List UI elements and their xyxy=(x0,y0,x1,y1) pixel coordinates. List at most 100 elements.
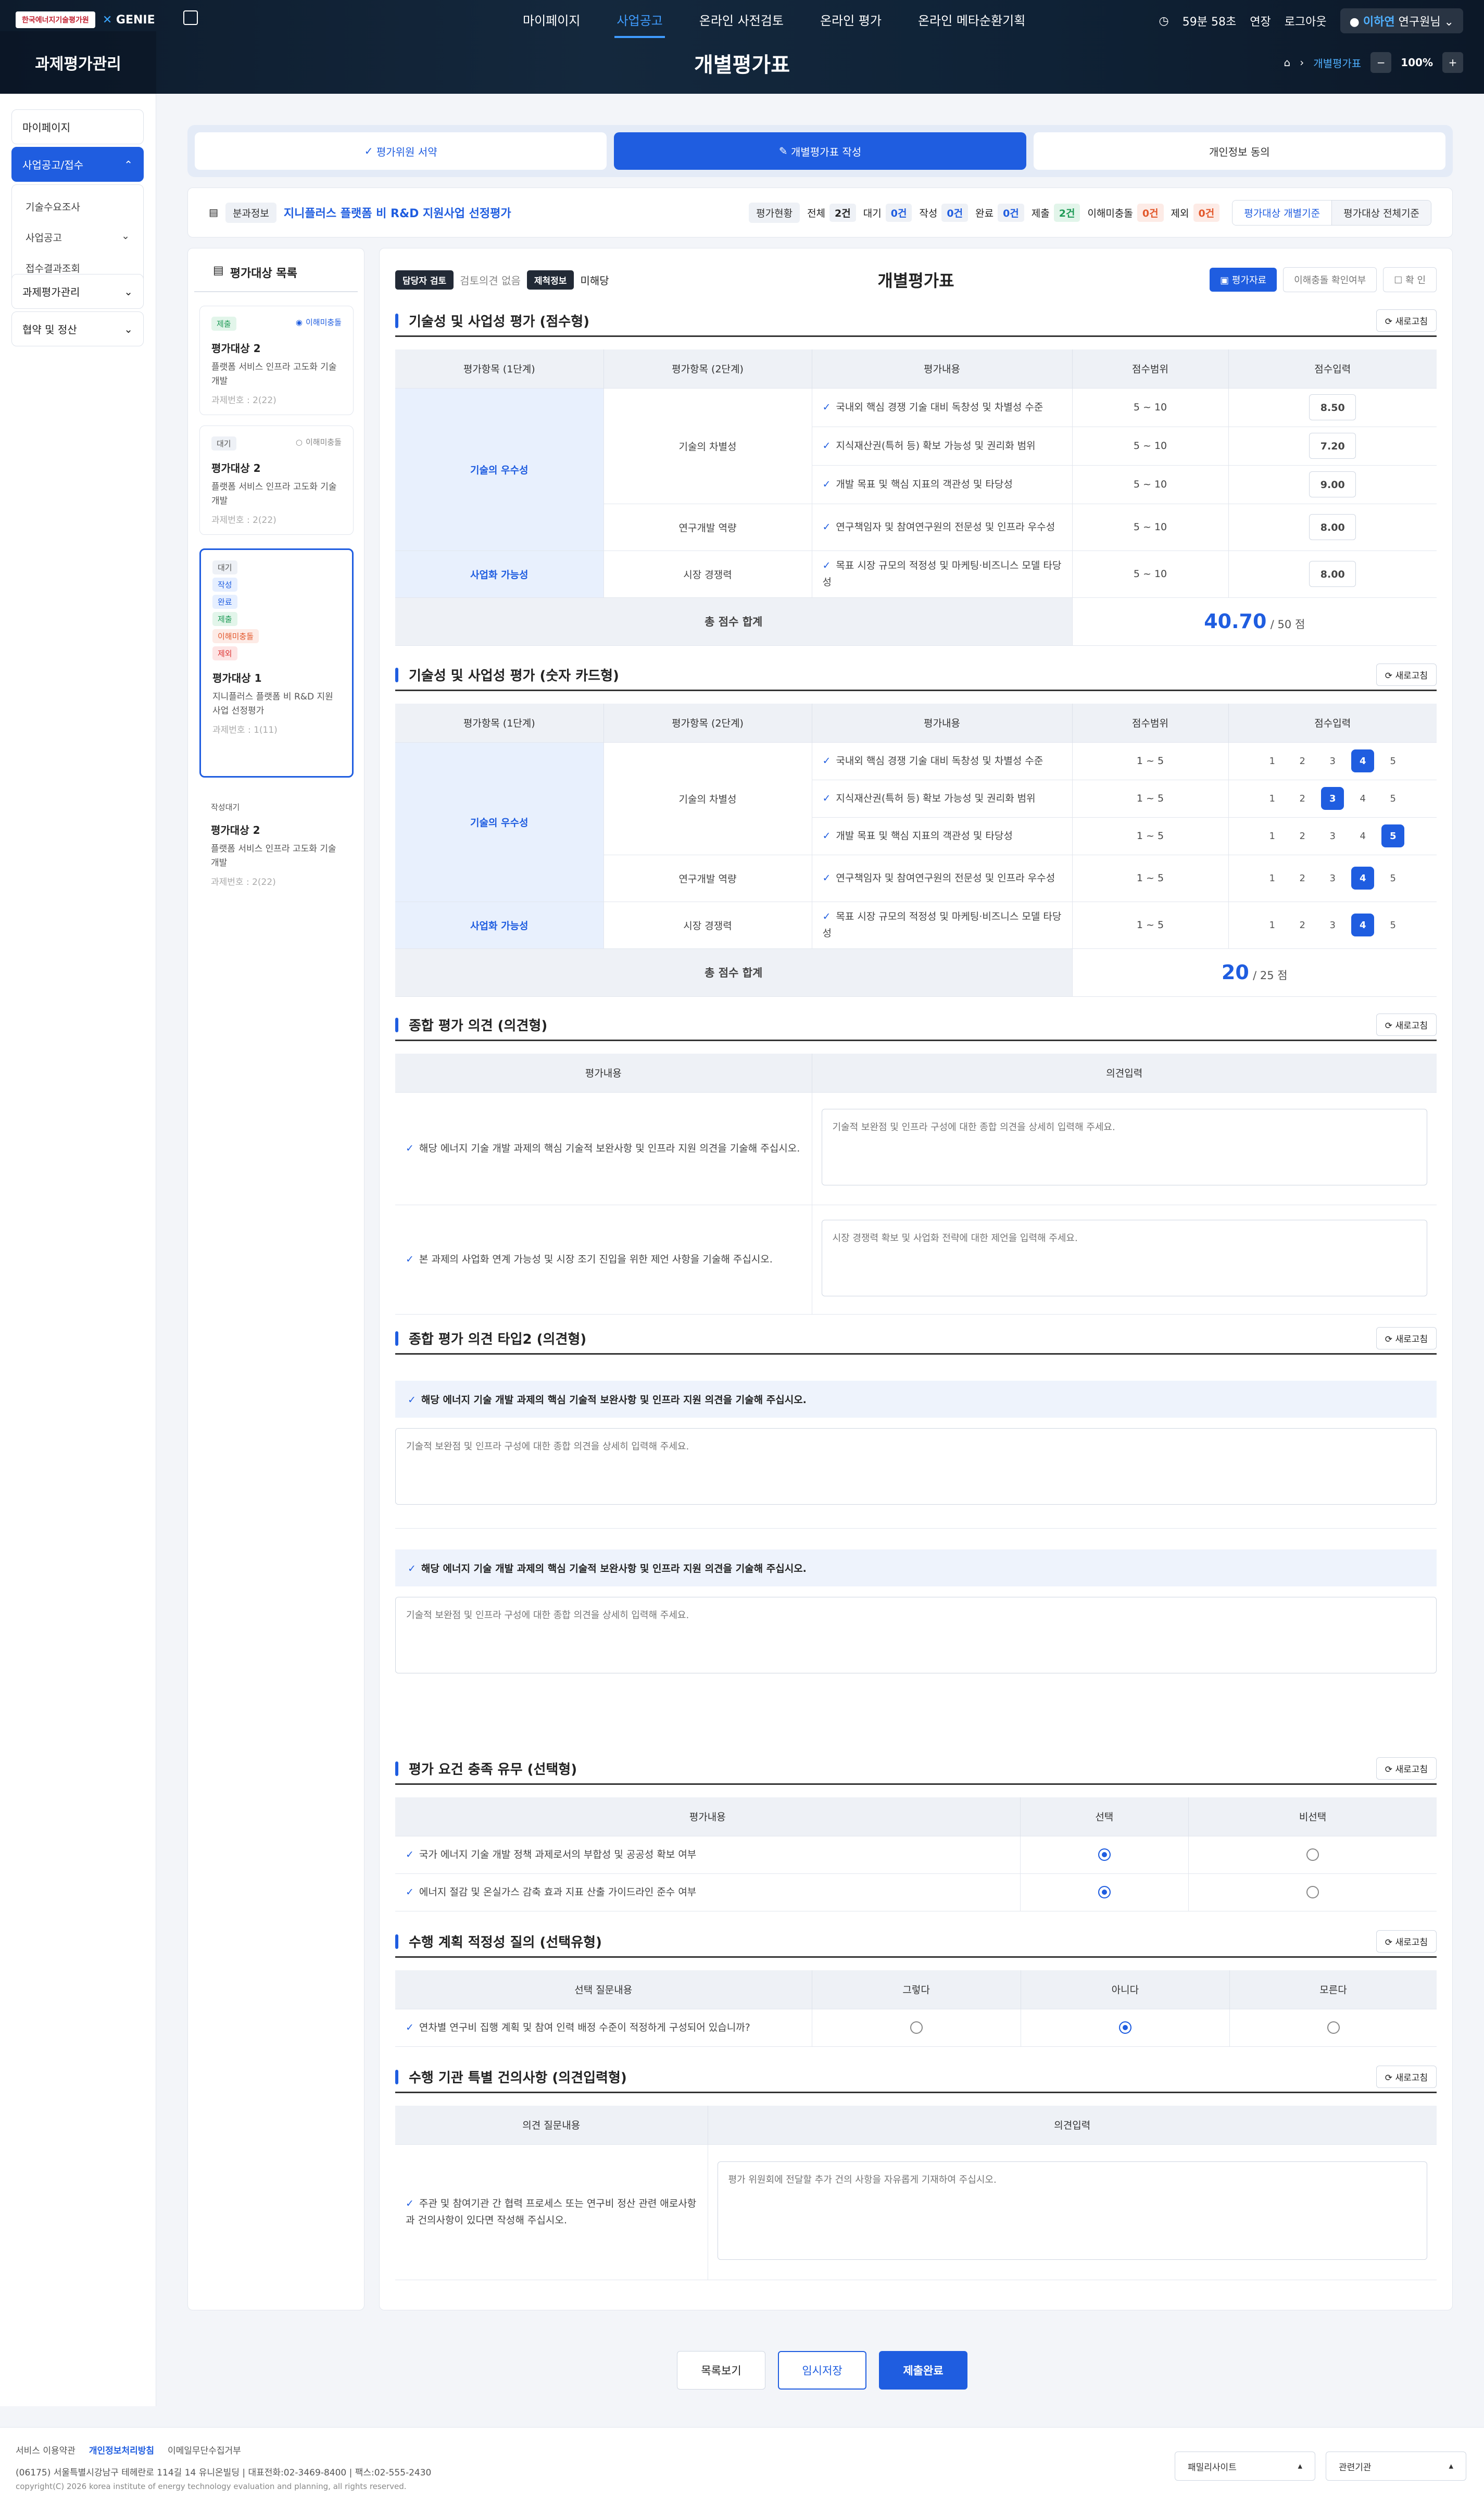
zoom-in-icon[interactable]: + xyxy=(1442,52,1463,73)
score-card-4[interactable]: 4 xyxy=(1351,824,1374,847)
footer-link-email[interactable]: 이메일무단수집거부 xyxy=(168,2443,241,2456)
tab-write[interactable]: ✎ 개별평가표 작성 xyxy=(614,132,1026,170)
toggle-all[interactable]: 평가대상 전체기준 xyxy=(1332,200,1431,225)
score-card-5[interactable]: 5 xyxy=(1381,787,1404,810)
toggle-individual[interactable]: 평가대상 개별기준 xyxy=(1233,200,1332,225)
score-card-2[interactable]: 2 xyxy=(1291,914,1314,936)
col-header: 점수입력 xyxy=(1228,704,1437,742)
refresh-button[interactable]: ⟳ 새로고침 xyxy=(1376,2066,1437,2088)
submit-button[interactable]: 제출완료 xyxy=(879,2351,967,2390)
score-input[interactable]: 8.00 xyxy=(1309,561,1356,587)
score-card-2[interactable]: 2 xyxy=(1291,867,1314,890)
score-input[interactable]: 7.20 xyxy=(1309,433,1356,459)
opinion-textarea[interactable] xyxy=(395,1428,1437,1505)
opinion-textarea[interactable] xyxy=(717,2161,1427,2260)
score-card-4[interactable]: 4 xyxy=(1351,787,1374,810)
score-input[interactable]: 8.50 xyxy=(1309,394,1356,420)
radio-select[interactable] xyxy=(1098,1886,1111,1898)
sidebar-subitem-demand[interactable]: 기술수요조사 xyxy=(26,191,130,222)
logout-button[interactable]: 로그아웃 xyxy=(1285,12,1327,29)
menu-pre-review[interactable]: 온라인 사전검토 xyxy=(697,7,786,38)
score-card-5[interactable]: 5 xyxy=(1381,914,1404,936)
sidebar-subitem-announce[interactable]: 사업공고 ⌄ xyxy=(26,222,130,253)
refresh-button[interactable]: ⟳ 새로고침 xyxy=(1376,1930,1437,1953)
tab-consent[interactable]: 개인정보 동의 xyxy=(1033,132,1445,170)
menu-online-eval[interactable]: 온라인 평가 xyxy=(818,7,884,38)
list-item[interactable]: 제출 ◉ 이해미충돌 평가대상 2 플랫폼 서비스 인프라 고도화 기술개발 과제… xyxy=(199,306,354,415)
sidebar-item-agreement[interactable]: 협약 및 정산 ⌄ xyxy=(11,311,144,346)
user-menu[interactable]: ● 이하연 연구원님 ⌄ xyxy=(1340,8,1463,33)
radio-no[interactable] xyxy=(1118,2021,1131,2034)
opinion-textarea[interactable] xyxy=(821,1109,1427,1185)
opinion-textarea[interactable] xyxy=(395,1597,1437,1673)
section-title: 수행 계획 적정성 질의 (선택유형) xyxy=(409,1935,602,1950)
score-card-4[interactable]: 4 xyxy=(1351,867,1375,890)
list-button[interactable]: 목록보기 xyxy=(677,2351,765,2390)
home-icon[interactable]: ⌂ xyxy=(1284,56,1291,69)
score-card-1[interactable]: 1 xyxy=(1261,867,1284,890)
score-card-5[interactable]: 5 xyxy=(1381,824,1405,847)
score-card-2[interactable]: 2 xyxy=(1291,787,1314,810)
list-item-selected[interactable]: 대기 작성 완료 제출 이해미충돌 제외 평가대상 1 지니플러스 플랫폼 비 … xyxy=(199,548,354,778)
zoom-out-icon[interactable]: − xyxy=(1370,52,1392,73)
refresh-button[interactable]: ⟳ 새로고침 xyxy=(1376,664,1437,686)
logo-ketep: 한국에너지기술평가원 xyxy=(16,11,95,28)
conflict-check-button[interactable]: 이해충돌 확인여부 xyxy=(1283,267,1377,292)
refresh-button[interactable]: ⟳ 새로고침 xyxy=(1376,1014,1437,1036)
score-card-4[interactable]: 4 xyxy=(1351,749,1375,772)
refresh-button[interactable]: ⟳ 새로고침 xyxy=(1376,309,1437,332)
score-card-1[interactable]: 1 xyxy=(1261,914,1284,936)
radio-unselect[interactable] xyxy=(1306,1886,1319,1898)
score-card-2[interactable]: 2 xyxy=(1291,824,1314,847)
radio-unknown[interactable] xyxy=(1327,2021,1340,2034)
radio-unselect[interactable] xyxy=(1306,1848,1319,1861)
score-card-1[interactable]: 1 xyxy=(1261,749,1284,772)
sidebar-item-evaluation[interactable]: 과제평가관리 ⌄ xyxy=(11,274,144,309)
footer-link-terms[interactable]: 서비스 이용약관 xyxy=(16,2443,76,2456)
material-button[interactable]: ▣ 평가자료 xyxy=(1210,268,1277,292)
score-card-3[interactable]: 3 xyxy=(1321,787,1344,810)
score-card-3[interactable]: 3 xyxy=(1321,867,1344,890)
col-header: 그렇다 xyxy=(812,1970,1021,2009)
pencil-icon: ✎ xyxy=(778,145,791,157)
radio-select[interactable] xyxy=(1098,1848,1111,1861)
menu-meta-planning[interactable]: 온라인 메타순환기획 xyxy=(916,7,1027,38)
list-item[interactable]: 작성대기 평가대상 2 플랫폼 서비스 인프라 고도화 기술개발 과제번호 : … xyxy=(199,791,354,901)
opinion-textarea[interactable] xyxy=(821,1220,1427,1296)
score-card-3[interactable]: 3 xyxy=(1321,749,1344,772)
footer-link-privacy[interactable]: 개인정보처리방침 xyxy=(89,2443,154,2456)
menu-announcement[interactable]: 사업공고 xyxy=(614,7,665,38)
score-card-3[interactable]: 3 xyxy=(1321,914,1344,936)
chevron-down-icon: ⌄ xyxy=(124,285,133,298)
score-input[interactable]: 8.00 xyxy=(1309,514,1356,540)
list-item[interactable]: 대기 ○ 이해미충돌 평가대상 2 플랫폼 서비스 인프라 고도화 기술개발 과제… xyxy=(199,426,354,535)
related-org-select[interactable]: 관련기관 ▴ xyxy=(1326,2452,1466,2481)
logo-genie: ✕ GENIE xyxy=(102,13,155,27)
footer-copyright: copyright(C) 2026 korea institute of ene… xyxy=(16,2482,407,2491)
score-card-4[interactable]: 4 xyxy=(1351,914,1375,936)
logo[interactable]: 한국에너지기술평가원 ✕ GENIE xyxy=(16,11,155,28)
score-card-1[interactable]: 1 xyxy=(1261,787,1284,810)
score-card-1[interactable]: 1 xyxy=(1261,824,1284,847)
tab-pledge[interactable]: ✓ 평가위원 서약 xyxy=(195,132,607,170)
calendar-icon[interactable] xyxy=(183,10,198,25)
score-card-2[interactable]: 2 xyxy=(1291,749,1314,772)
refresh-button[interactable]: ⟳ 새로고침 xyxy=(1376,1757,1437,1780)
item-desc: 지니플러스 플랫폼 비 R&D 지원사업 선정평가 xyxy=(212,692,333,717)
menu-mypage[interactable]: 마이페이지 xyxy=(521,7,582,38)
family-site-select[interactable]: 패밀리사이트 ▴ xyxy=(1175,2452,1315,2481)
refresh-button[interactable]: ⟳ 새로고침 xyxy=(1376,1327,1437,1349)
temp-save-button[interactable]: 임시저장 xyxy=(778,2351,866,2390)
section-opinion-type2: 종합 평가 의견 타입2 (의견형) ⟳ 새로고침 ✓ 해당 에너지 기술 개발 과… xyxy=(395,1323,1437,1686)
score-card-5[interactable]: 5 xyxy=(1381,867,1404,890)
check-icon: ✓ xyxy=(822,910,831,922)
score-card-5[interactable]: 5 xyxy=(1381,749,1404,772)
sidebar-item-mypage[interactable]: 마이페이지 xyxy=(11,109,144,144)
confirm-checkbox[interactable]: ☐ 확 인 xyxy=(1383,267,1437,292)
level1-cell: 기술의 우수성 xyxy=(395,387,604,551)
score-input[interactable]: 9.00 xyxy=(1309,471,1356,497)
score-card-3[interactable]: 3 xyxy=(1321,824,1344,847)
radio-yes[interactable] xyxy=(910,2021,923,2034)
sidebar-item-announcement[interactable]: 사업공고/접수 ⌃ xyxy=(11,147,144,182)
extend-button[interactable]: 연장 xyxy=(1250,12,1271,29)
